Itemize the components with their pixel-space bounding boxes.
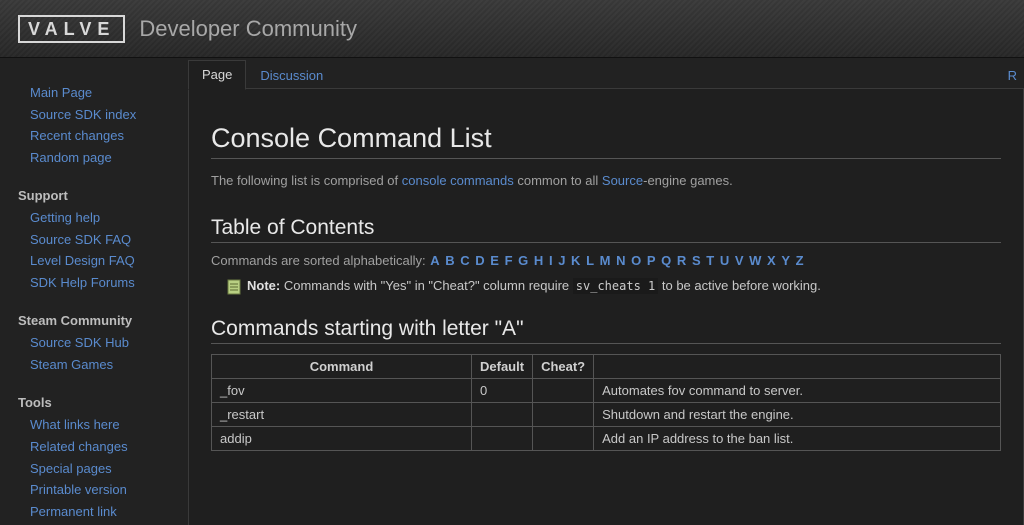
alpha-link-h[interactable]: H xyxy=(534,253,543,268)
sidebar-link-random-page[interactable]: Random page xyxy=(30,150,112,165)
link-console-commands[interactable]: console commands xyxy=(402,173,514,188)
sidebar: Main Page Source SDK index Recent change… xyxy=(0,58,178,525)
cell-desc: Automates fov command to server. xyxy=(594,379,1001,403)
sidebar-group-steam: Steam Community Source SDK Hub Steam Gam… xyxy=(6,313,178,375)
alpha-link-w[interactable]: W xyxy=(749,253,761,268)
sidebar-link-sdk-hub[interactable]: Source SDK Hub xyxy=(30,335,129,350)
article-content: Console Command List The following list … xyxy=(188,88,1024,525)
note-label: Note: xyxy=(247,278,280,293)
alpha-link-k[interactable]: K xyxy=(571,253,580,268)
intro-paragraph: The following list is comprised of conso… xyxy=(211,173,1001,188)
alpha-link-c[interactable]: C xyxy=(460,253,469,268)
cell-cheat xyxy=(533,403,594,427)
cell-command: _fov xyxy=(212,379,472,403)
alpha-link-z[interactable]: Z xyxy=(796,253,804,268)
cell-default xyxy=(472,427,533,451)
sidebar-group-tools: Tools What links here Related changes Sp… xyxy=(6,395,178,522)
sidebar-heading-tools: Tools xyxy=(6,395,178,414)
tab-page[interactable]: Page xyxy=(188,60,246,90)
col-desc xyxy=(594,355,1001,379)
alpha-link-i[interactable]: I xyxy=(549,253,553,268)
alpha-link-q[interactable]: Q xyxy=(661,253,671,268)
cell-default: 0 xyxy=(472,379,533,403)
sidebar-link-sdk-help-forums[interactable]: SDK Help Forums xyxy=(30,275,135,290)
alpha-link-o[interactable]: O xyxy=(631,253,641,268)
table-row: addip Add an IP address to the ban list. xyxy=(212,427,1001,451)
sidebar-link-steam-games[interactable]: Steam Games xyxy=(30,357,113,372)
alpha-link-a[interactable]: A xyxy=(430,253,439,268)
cell-desc: Shutdown and restart the engine. xyxy=(594,403,1001,427)
sidebar-heading-support: Support xyxy=(6,188,178,207)
sidebar-group-main: Main Page Source SDK index Recent change… xyxy=(6,82,178,168)
sidebar-link-related-changes[interactable]: Related changes xyxy=(30,439,128,454)
cell-default xyxy=(472,403,533,427)
alpha-link-f[interactable]: F xyxy=(505,253,513,268)
alpha-link-u[interactable]: U xyxy=(720,253,729,268)
alpha-link-n[interactable]: N xyxy=(616,253,625,268)
cell-cheat xyxy=(533,379,594,403)
sidebar-link-special-pages[interactable]: Special pages xyxy=(30,461,112,476)
sidebar-link-sdk-faq[interactable]: Source SDK FAQ xyxy=(30,232,131,247)
alpha-link-y[interactable]: Y xyxy=(781,253,790,268)
cell-command: addip xyxy=(212,427,472,451)
alpha-link-m[interactable]: M xyxy=(600,253,611,268)
sidebar-link-printable-version[interactable]: Printable version xyxy=(30,482,127,497)
col-default: Default xyxy=(472,355,533,379)
alpha-link-g[interactable]: G xyxy=(518,253,528,268)
toc-heading: Table of Contents xyxy=(211,216,1001,243)
alpha-link-t[interactable]: T xyxy=(706,253,714,268)
sidebar-link-recent-changes[interactable]: Recent changes xyxy=(30,128,124,143)
page-title: Console Command List xyxy=(211,123,1001,159)
alpha-link-b[interactable]: B xyxy=(445,253,454,268)
note-box: Note: Commands with "Yes" in "Cheat?" co… xyxy=(227,278,1001,295)
sidebar-link-permanent-link[interactable]: Permanent link xyxy=(30,504,117,519)
commands-table: Command Default Cheat? _fov0 Automates fo… xyxy=(211,354,1001,451)
sidebar-heading-steam: Steam Community xyxy=(6,313,178,332)
tab-discussion[interactable]: Discussion xyxy=(246,61,337,90)
table-row: _restart Shutdown and restart the engine. xyxy=(212,403,1001,427)
alpha-link-d[interactable]: D xyxy=(475,253,484,268)
alpha-link-v[interactable]: V xyxy=(735,253,744,268)
valve-logo[interactable]: VALVE xyxy=(18,15,125,43)
section-a-heading: Commands starting with letter "A" xyxy=(211,317,1001,344)
col-cheat: Cheat? xyxy=(533,355,594,379)
cell-cheat xyxy=(533,427,594,451)
table-row: _fov0 Automates fov command to server. xyxy=(212,379,1001,403)
sidebar-link-main-page[interactable]: Main Page xyxy=(30,85,92,100)
alpha-sort-note: Commands are sorted alphabetically: A B … xyxy=(211,253,1001,268)
alpha-link-j[interactable]: J xyxy=(558,253,565,268)
site-header: VALVE Developer Community xyxy=(0,0,1024,58)
alpha-link-x[interactable]: X xyxy=(767,253,776,268)
note-code: sv_cheats 1 xyxy=(573,278,658,294)
sidebar-link-level-design-faq[interactable]: Level Design FAQ xyxy=(30,253,135,268)
sidebar-group-support: Support Getting help Source SDK FAQ Leve… xyxy=(6,188,178,293)
note-icon xyxy=(227,279,241,295)
alpha-link-r[interactable]: R xyxy=(677,253,686,268)
tab-right-truncated[interactable]: R xyxy=(994,61,1024,90)
alpha-link-s[interactable]: S xyxy=(692,253,701,268)
tab-bar: Page Discussion R xyxy=(188,60,1024,90)
site-subtitle: Developer Community xyxy=(139,16,357,42)
cell-desc: Add an IP address to the ban list. xyxy=(594,427,1001,451)
sidebar-link-what-links-here[interactable]: What links here xyxy=(30,417,120,432)
alpha-link-p[interactable]: P xyxy=(647,253,656,268)
sidebar-link-getting-help[interactable]: Getting help xyxy=(30,210,100,225)
cell-command: _restart xyxy=(212,403,472,427)
alpha-link-l[interactable]: L xyxy=(586,253,594,268)
sidebar-link-sdk-index[interactable]: Source SDK index xyxy=(30,107,136,122)
alpha-link-e[interactable]: E xyxy=(490,253,499,268)
link-source[interactable]: Source xyxy=(602,173,643,188)
col-command: Command xyxy=(212,355,472,379)
